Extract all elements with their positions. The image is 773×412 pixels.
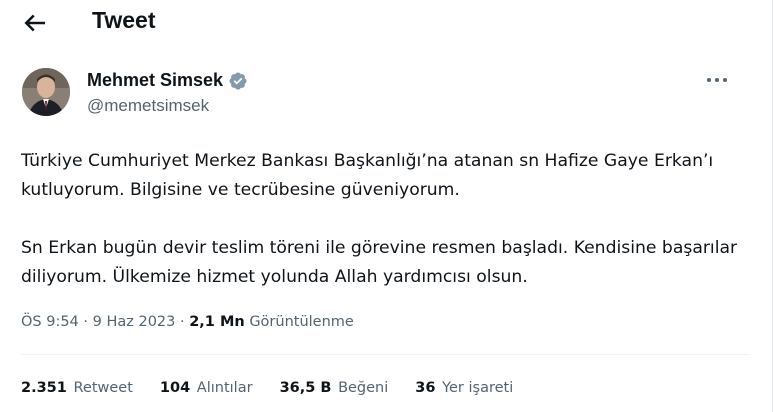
page-header: Tweet: [0, 0, 773, 44]
tweet-date[interactable]: 9 Haz 2023: [93, 314, 176, 330]
tweet-time[interactable]: ÖS 9:54: [21, 314, 79, 330]
meta-separator: ·: [175, 314, 190, 330]
tweet-text: Türkiye Cumhuriyet Merkez Bankası Başkan…: [21, 147, 741, 292]
retweets-stat[interactable]: 2.351 Retweet: [21, 380, 133, 396]
more-horizontal-icon: [707, 78, 727, 82]
author-name[interactable]: Mehmet Simsek: [87, 70, 223, 91]
tweet-meta: ÖS 9:54 · 9 Haz 2023 · 2,1 Mn Görüntülen…: [21, 314, 354, 330]
tweet-stats: 2.351 Retweet 104 Alıntılar 36,5 B Beğen…: [21, 380, 540, 396]
tweet-paragraph: Türkiye Cumhuriyet Merkez Bankası Başkan…: [21, 151, 714, 200]
likes-label: Beğeni: [338, 380, 389, 396]
divider: [21, 354, 750, 355]
avatar[interactable]: [22, 68, 70, 116]
meta-separator: ·: [78, 314, 93, 330]
bookmarks-stat[interactable]: 36 Yer işareti: [415, 380, 513, 396]
arrow-left-icon: [24, 14, 45, 32]
likes-stat[interactable]: 36,5 B Beğeni: [280, 380, 389, 396]
bookmarks-label: Yer işareti: [442, 380, 514, 396]
page-title: Tweet: [92, 7, 156, 33]
tweet-page: Tweet Mehmet Simsek @memetsimsek Türkiye…: [0, 0, 773, 412]
quotes-label: Alıntılar: [196, 380, 253, 396]
verified-badge-icon: [228, 71, 248, 91]
back-button[interactable]: [20, 8, 50, 38]
more-options-button[interactable]: [704, 72, 730, 88]
tweet-paragraph: Sn Erkan bugün devir teslim töreni ile g…: [21, 238, 738, 287]
quotes-stat[interactable]: 104 Alıntılar: [160, 380, 253, 396]
retweets-label: Retweet: [73, 380, 133, 396]
bookmarks-count: 36: [415, 380, 436, 396]
views-count: 2,1 Mn: [189, 314, 245, 330]
avatar-photo: [22, 68, 70, 116]
author-handle[interactable]: @memetsimsek: [87, 96, 209, 116]
quotes-count: 104: [159, 380, 191, 396]
views-label: Görüntülenme: [249, 314, 354, 330]
likes-count: 36,5 B: [279, 380, 332, 396]
retweets-count: 2.351: [21, 380, 67, 396]
author-name-row: Mehmet Simsek: [87, 70, 248, 91]
